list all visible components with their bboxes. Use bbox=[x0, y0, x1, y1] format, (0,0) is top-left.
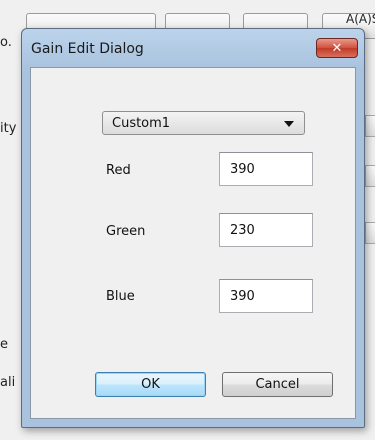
parent-control-edge-1[interactable] bbox=[365, 115, 375, 137]
green-label: Green bbox=[106, 224, 146, 239]
chevron-down-icon bbox=[284, 121, 294, 127]
close-button[interactable]: ✕ bbox=[316, 38, 358, 58]
dialog-title: Gain Edit Dialog bbox=[31, 41, 144, 57]
parent-button-4-label: A(A)S bbox=[346, 12, 375, 26]
green-input[interactable] bbox=[219, 213, 313, 247]
dialog-titlebar[interactable]: Gain Edit Dialog ✕ bbox=[22, 29, 364, 67]
blue-label: Blue bbox=[106, 289, 135, 304]
dialog-client-area: Custom1 Red Green Blue OK Cancel bbox=[30, 67, 356, 419]
parent-label-2: ity bbox=[0, 121, 17, 136]
parent-control-edge-2[interactable] bbox=[365, 165, 375, 187]
parent-label-4: ali bbox=[0, 375, 16, 390]
gain-edit-dialog: Gain Edit Dialog ✕ Custom1 Red Green Blu… bbox=[21, 28, 365, 428]
red-label: Red bbox=[106, 163, 131, 178]
parent-label-3: e bbox=[0, 337, 8, 352]
preset-dropdown-value: Custom1 bbox=[112, 116, 171, 131]
parent-control-edge-3[interactable] bbox=[365, 222, 375, 244]
parent-label-1: o. bbox=[0, 35, 12, 50]
red-input[interactable] bbox=[219, 152, 313, 186]
ok-button[interactable]: OK bbox=[95, 372, 206, 397]
close-icon: ✕ bbox=[331, 41, 343, 56]
preset-dropdown[interactable]: Custom1 bbox=[102, 111, 305, 135]
blue-input[interactable] bbox=[219, 279, 313, 313]
cancel-button[interactable]: Cancel bbox=[222, 372, 333, 397]
